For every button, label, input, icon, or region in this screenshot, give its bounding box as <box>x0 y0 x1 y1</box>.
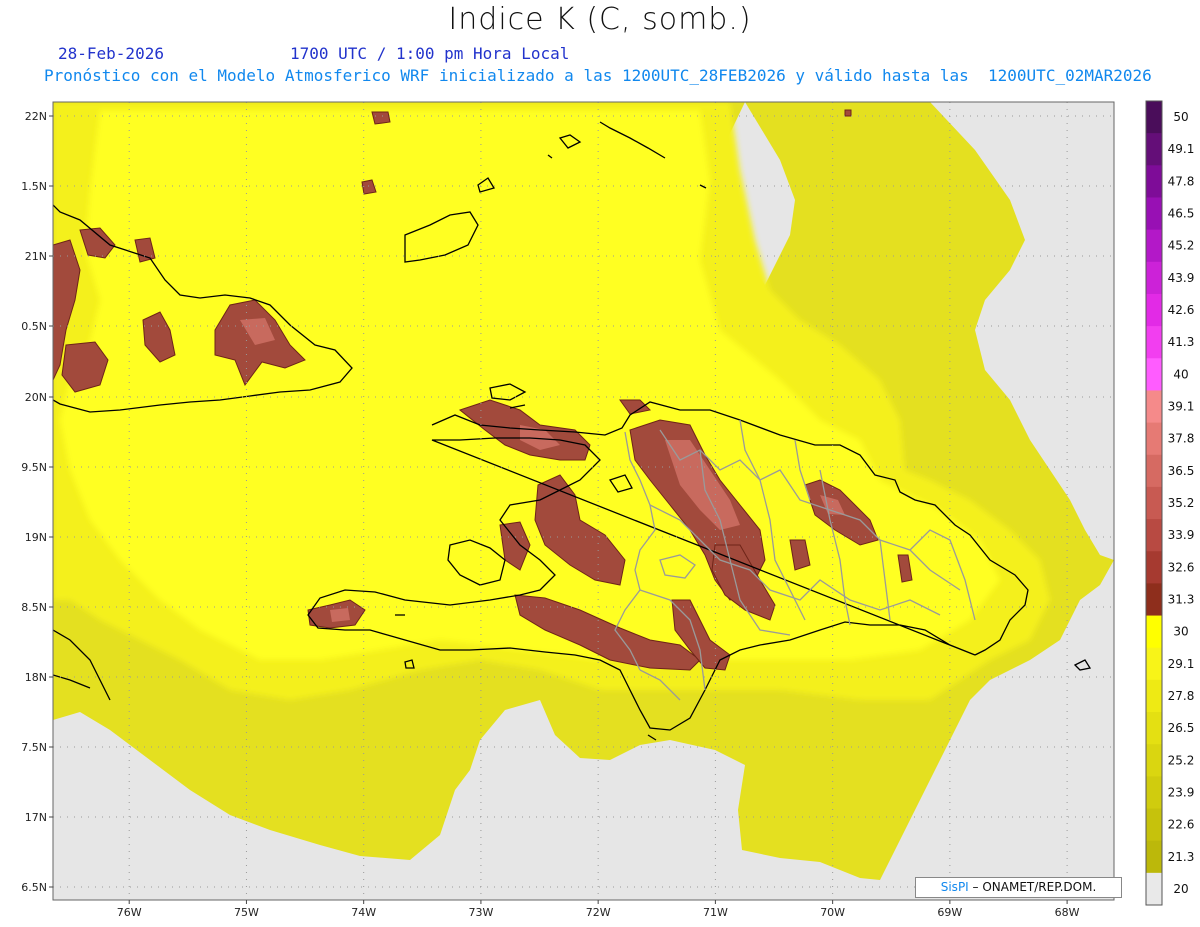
colorbar-swatch <box>1146 808 1162 842</box>
colorbar-swatch <box>1146 840 1162 874</box>
colorbar-label: 30 <box>1173 625 1188 639</box>
colorbar-label: 36.5 <box>1168 464 1195 478</box>
lat-label: 19N <box>25 531 47 544</box>
colorbar-label: 45.2 <box>1168 239 1195 253</box>
colorbar-label: 39.1 <box>1168 400 1195 414</box>
colorbar-label: 50 <box>1173 110 1188 124</box>
lat-label: 1.5N <box>21 180 47 193</box>
lat-label: 8.5N <box>21 601 47 614</box>
colorbar-label: 31.3 <box>1168 592 1195 606</box>
colorbar-label: 47.8 <box>1168 174 1195 188</box>
colorbar-swatch <box>1146 261 1162 295</box>
colorbar-swatch <box>1146 712 1162 745</box>
colorbar-swatch <box>1146 293 1162 327</box>
colorbar-swatch <box>1146 165 1162 198</box>
colorbar-label: 40 <box>1173 367 1188 381</box>
credit-dash: – <box>968 880 979 894</box>
colorbar-swatch <box>1146 197 1162 231</box>
colorbar-label: 41.3 <box>1168 335 1195 349</box>
map-canvas: 22N 1.5N 21N 0.5N 20N 9.5N 19N 8.5N 18N 7.5N 17N 6.… <box>21 100 1195 919</box>
colorbar-label: 33.9 <box>1168 528 1195 542</box>
colorbar-swatch <box>1146 229 1162 263</box>
colorbar-swatch <box>1146 744 1162 777</box>
colorbar-label: 35.2 <box>1168 496 1195 510</box>
latitude-axis: 22N 1.5N 21N 0.5N 20N 9.5N 19N 8.5N 18N 7.5N 17N 6.… <box>21 110 53 894</box>
lat-label: 18N <box>25 671 47 684</box>
lon-label: 76W <box>117 906 142 919</box>
lon-label: 73W <box>468 906 493 919</box>
lat-label: 9.5N <box>21 461 47 474</box>
lat-label: 20N <box>25 391 47 404</box>
longitude-axis: 76W 75W 74W 73W 72W 71W 70W 69W 68W <box>117 900 1080 919</box>
colorbar-swatch <box>1146 454 1162 488</box>
colorbar: 50 49.1 47.8 46.5 45.2 43.9 42.6 41.3 40 39.1 37.8… <box>1145 100 1195 906</box>
lon-label: 68W <box>1055 906 1080 919</box>
lat-label: 7.5N <box>21 741 47 754</box>
colorbar-swatch <box>1146 486 1162 520</box>
colorbar-label: 21.3 <box>1168 850 1195 864</box>
colorbar-label: 25.2 <box>1168 753 1195 767</box>
colorbar-swatch <box>1146 583 1162 617</box>
credit-brand: SisPI <box>940 880 969 894</box>
colorbar-label: 26.5 <box>1168 721 1195 735</box>
colorbar-swatch <box>1146 647 1162 681</box>
colorbar-swatch <box>1146 133 1162 166</box>
colorbar-swatch <box>1146 422 1162 456</box>
colorbar-swatch <box>1146 872 1162 906</box>
core-haiti-sw <box>330 608 350 622</box>
colorbar-swatch <box>1146 615 1162 649</box>
lon-label: 75W <box>234 906 259 919</box>
colorbar-label: 20 <box>1173 882 1188 896</box>
colorbar-label: 27.8 <box>1168 689 1195 703</box>
cell-small-4 <box>844 109 852 117</box>
colorbar-swatch <box>1146 326 1162 359</box>
colorbar-label: 29.1 <box>1168 657 1195 671</box>
colorbar-label: 37.8 <box>1168 432 1195 446</box>
colorbar-label: 46.5 <box>1168 207 1195 221</box>
credit-org: ONAMET/REP.DOM. <box>978 880 1097 894</box>
colorbar-swatch <box>1146 390 1162 424</box>
colorbar-label: 42.6 <box>1168 303 1195 317</box>
lat-label: 6.5N <box>21 881 47 894</box>
cell-small-1 <box>371 111 391 125</box>
lon-label: 74W <box>351 906 376 919</box>
colorbar-label: 43.9 <box>1168 271 1195 285</box>
colorbar-swatch <box>1146 551 1162 584</box>
credit-box: SisPI – ONAMET/REP.DOM. <box>915 877 1122 898</box>
colorbar-label: 22.6 <box>1168 818 1195 832</box>
colorbar-swatch <box>1146 101 1162 134</box>
colorbar-label: 32.6 <box>1168 560 1195 574</box>
lat-label: 17N <box>25 811 47 824</box>
lat-label: 21N <box>25 250 47 263</box>
colorbar-swatch <box>1146 358 1162 391</box>
lon-label: 72W <box>586 906 611 919</box>
lon-label: 70W <box>820 906 845 919</box>
colorbar-label: 23.9 <box>1168 785 1195 799</box>
colorbar-label: 49.1 <box>1168 142 1195 156</box>
lat-label: 0.5N <box>21 320 47 333</box>
lon-label: 69W <box>937 906 962 919</box>
colorbar-swatch <box>1146 519 1162 552</box>
colorbar-swatch <box>1146 776 1162 810</box>
colorbar-swatch <box>1146 679 1162 713</box>
lon-label: 71W <box>703 906 728 919</box>
lat-label: 22N <box>25 110 47 123</box>
